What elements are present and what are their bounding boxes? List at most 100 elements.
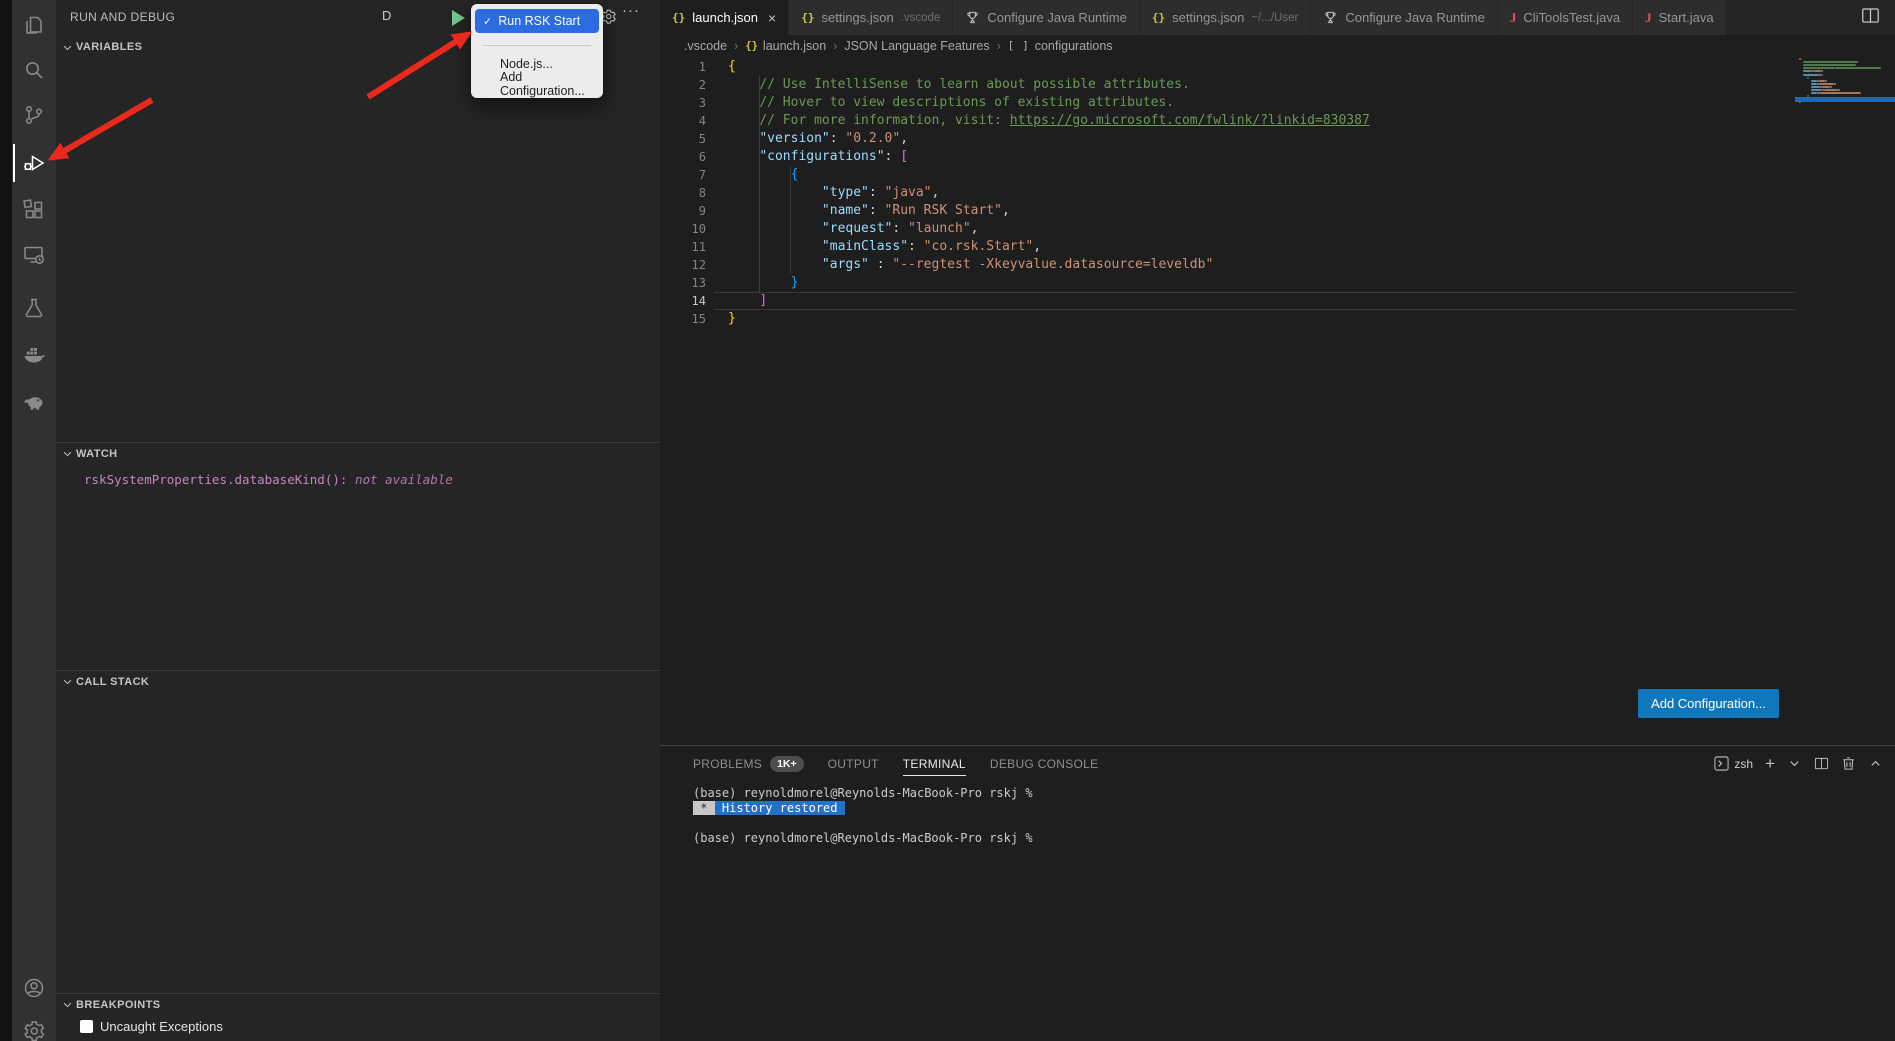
code-line-text: { bbox=[728, 58, 736, 76]
code-line-text: } bbox=[728, 310, 736, 328]
code-line-12[interactable]: 12 "args" : "--regtest -Xkeyvalue.dataso… bbox=[660, 256, 1895, 274]
java-file-icon: J bbox=[1645, 10, 1652, 26]
activity-bar-source-control-icon[interactable] bbox=[12, 93, 56, 137]
tab-label: CliToolsTest.java bbox=[1523, 10, 1620, 25]
code-line-3[interactable]: 3 // Hover to view descriptions of exist… bbox=[660, 94, 1895, 112]
panel-tab-debug-console[interactable]: DEBUG CONSOLE bbox=[990, 746, 1099, 781]
panel-tab-label: TERMINAL bbox=[903, 757, 966, 771]
breadcrumb-item--vscode[interactable]: .vscode bbox=[684, 39, 727, 53]
kill-terminal-trash-icon[interactable] bbox=[1841, 756, 1856, 771]
section-label: BREAKPOINTS bbox=[76, 999, 160, 1011]
terminal-dropdown-chevron-icon[interactable] bbox=[1787, 756, 1802, 771]
code-line-text: // Hover to view descriptions of existin… bbox=[728, 94, 1174, 112]
terminal-highlight-info: History restored bbox=[715, 801, 845, 815]
breakpoint-uncaught-exceptions[interactable]: Uncaught Exceptions bbox=[80, 1019, 223, 1034]
terminal-launch-icon bbox=[1714, 756, 1729, 771]
code-line-6[interactable]: 6 "configurations": [ bbox=[660, 148, 1895, 166]
breadcrumb-item-configurations[interactable]: [ ]configurations bbox=[1008, 39, 1113, 53]
new-terminal-icon[interactable]: + bbox=[1765, 754, 1775, 774]
java-file-icon: J bbox=[1510, 10, 1517, 26]
section-header-breakpoints[interactable]: BREAKPOINTS bbox=[56, 993, 660, 1015]
minimap-line bbox=[1803, 61, 1858, 63]
activity-bar-explorer-icon[interactable] bbox=[12, 3, 56, 47]
menu-item-add-configuration[interactable]: Add Configuration... bbox=[471, 74, 603, 94]
code-editor[interactable]: 1{2 // Use IntelliSense to learn about p… bbox=[660, 57, 1895, 689]
code-line-13[interactable]: 13 } bbox=[660, 274, 1895, 292]
activity-bar-extensions-icon[interactable] bbox=[12, 188, 56, 232]
watch-expression-value: not available bbox=[355, 472, 453, 487]
activity-bar-remote-explorer-icon[interactable] bbox=[12, 233, 56, 277]
breadcrumb-item-json-language-features[interactable]: JSON Language Features bbox=[844, 39, 989, 53]
minimap-line bbox=[1834, 83, 1836, 85]
editor-tab-launch-json[interactable]: {}launch.json× bbox=[660, 0, 789, 35]
minimap-line bbox=[1819, 83, 1834, 85]
split-terminal-icon[interactable] bbox=[1814, 756, 1829, 771]
shell-label: zsh bbox=[1734, 757, 1753, 771]
code-line-text: } bbox=[728, 274, 798, 292]
editor-tab-configure-java-runtime[interactable]: Configure Java Runtime bbox=[953, 0, 1139, 35]
start-debugging-icon[interactable] bbox=[452, 10, 465, 26]
code-line-text: "mainClass": "co.rsk.Start", bbox=[728, 238, 1041, 256]
editor-tab-settings-json[interactable]: {}settings.json.vscode bbox=[789, 0, 953, 35]
activity-bar-account-icon[interactable] bbox=[12, 966, 56, 1010]
activity-bar-gradle-icon[interactable] bbox=[12, 380, 56, 424]
code-line-5[interactable]: 5 "version": "0.2.0", bbox=[660, 130, 1895, 148]
minimap-line bbox=[1811, 89, 1822, 91]
terminal-text: (base) reynoldmorel@Reynolds-MacBook-Pro… bbox=[693, 786, 1033, 800]
breadcrumb-item-launch-json[interactable]: {}launch.json bbox=[745, 39, 826, 53]
minimap-line bbox=[1835, 67, 1881, 69]
panel-tab-label: OUTPUT bbox=[828, 757, 879, 771]
vscode-window: RUN AND DEBUG D ··· VARIABLES WATCH rskS… bbox=[0, 0, 1895, 1041]
debug-configuration-menu: ✓ Run RSK Start Node.js... Add Configura… bbox=[471, 4, 603, 98]
minimap-line bbox=[1821, 74, 1823, 76]
editor-tab-configure-java-runtime[interactable]: Configure Java Runtime bbox=[1311, 0, 1497, 35]
line-number: 2 bbox=[660, 76, 706, 94]
section-header-watch[interactable]: WATCH bbox=[56, 442, 660, 464]
code-line-10[interactable]: 10 "request": "launch", bbox=[660, 220, 1895, 238]
activity-bar-testing-icon[interactable] bbox=[12, 286, 56, 330]
code-line-2[interactable]: 2 // Use IntelliSense to learn about pos… bbox=[660, 76, 1895, 94]
tab-label: launch.json bbox=[692, 10, 758, 25]
minimap-line bbox=[1820, 92, 1861, 94]
code-line-1[interactable]: 1{ bbox=[660, 58, 1895, 76]
code-link[interactable]: https://go.microsoft.com/fwlink/?linkid=… bbox=[1010, 113, 1370, 128]
panel-tab-output[interactable]: OUTPUT bbox=[828, 746, 879, 781]
panel-tab-terminal[interactable]: TERMINAL bbox=[903, 746, 966, 781]
terminal-controls: zsh + bbox=[1714, 746, 1883, 781]
editor-tab-settings-json[interactable]: {}settings.json~/.../User bbox=[1140, 0, 1312, 35]
code-line-8[interactable]: 8 "type": "java", bbox=[660, 184, 1895, 202]
views-more-actions-icon[interactable]: ··· bbox=[622, 2, 640, 19]
code-line-7[interactable]: 7 { bbox=[660, 166, 1895, 184]
breadcrumb-separator: › bbox=[997, 39, 1001, 53]
watch-expression[interactable]: rskSystemProperties.databaseKind(): not … bbox=[84, 472, 453, 487]
java-runtime-icon bbox=[965, 10, 980, 25]
line-number: 14 bbox=[660, 292, 706, 310]
activity-bar-search-icon[interactable] bbox=[12, 48, 56, 92]
minimap-line bbox=[1825, 80, 1827, 82]
code-line-9[interactable]: 9 "name": "Run RSK Start", bbox=[660, 202, 1895, 220]
code-line-4[interactable]: 4 // For more information, visit: https:… bbox=[660, 112, 1895, 130]
config-select-partial-label: D bbox=[382, 8, 391, 23]
section-header-call-stack[interactable]: CALL STACK bbox=[56, 670, 660, 692]
add-configuration-button[interactable]: Add Configuration... bbox=[1638, 689, 1779, 718]
editor-tab-start-java[interactable]: JStart.java bbox=[1633, 0, 1726, 35]
activity-bar-run-and-debug-icon[interactable] bbox=[12, 141, 56, 185]
code-line-text: { bbox=[728, 166, 798, 184]
code-line-11[interactable]: 11 "mainClass": "co.rsk.Start", bbox=[660, 238, 1895, 256]
split-editor-icon[interactable] bbox=[1861, 6, 1885, 30]
tab-label: settings.json bbox=[1172, 10, 1244, 25]
menu-item-run-rsk-start[interactable]: ✓ Run RSK Start bbox=[475, 9, 599, 33]
editor-tab-clitoolstest-java[interactable]: J CliToolsTest.java bbox=[1498, 0, 1633, 35]
tab-path-suffix: .vscode bbox=[901, 12, 941, 24]
close-icon[interactable]: × bbox=[768, 10, 776, 26]
checkbox[interactable] bbox=[80, 1020, 93, 1033]
terminal-shell-selector[interactable]: zsh bbox=[1714, 756, 1753, 771]
code-line-15[interactable]: 15} bbox=[660, 310, 1895, 328]
minimap[interactable] bbox=[1795, 55, 1895, 125]
activity-bar-settings-icon[interactable] bbox=[12, 1009, 56, 1041]
terminal-highlight-mark: * bbox=[693, 801, 715, 815]
panel-tab-problems[interactable]: PROBLEMS1K+ bbox=[693, 746, 804, 781]
maximize-panel-chevron-icon[interactable] bbox=[1868, 756, 1883, 771]
code-line-14[interactable]: 14 ] bbox=[660, 292, 1895, 310]
activity-bar-docker-icon[interactable] bbox=[12, 333, 56, 377]
